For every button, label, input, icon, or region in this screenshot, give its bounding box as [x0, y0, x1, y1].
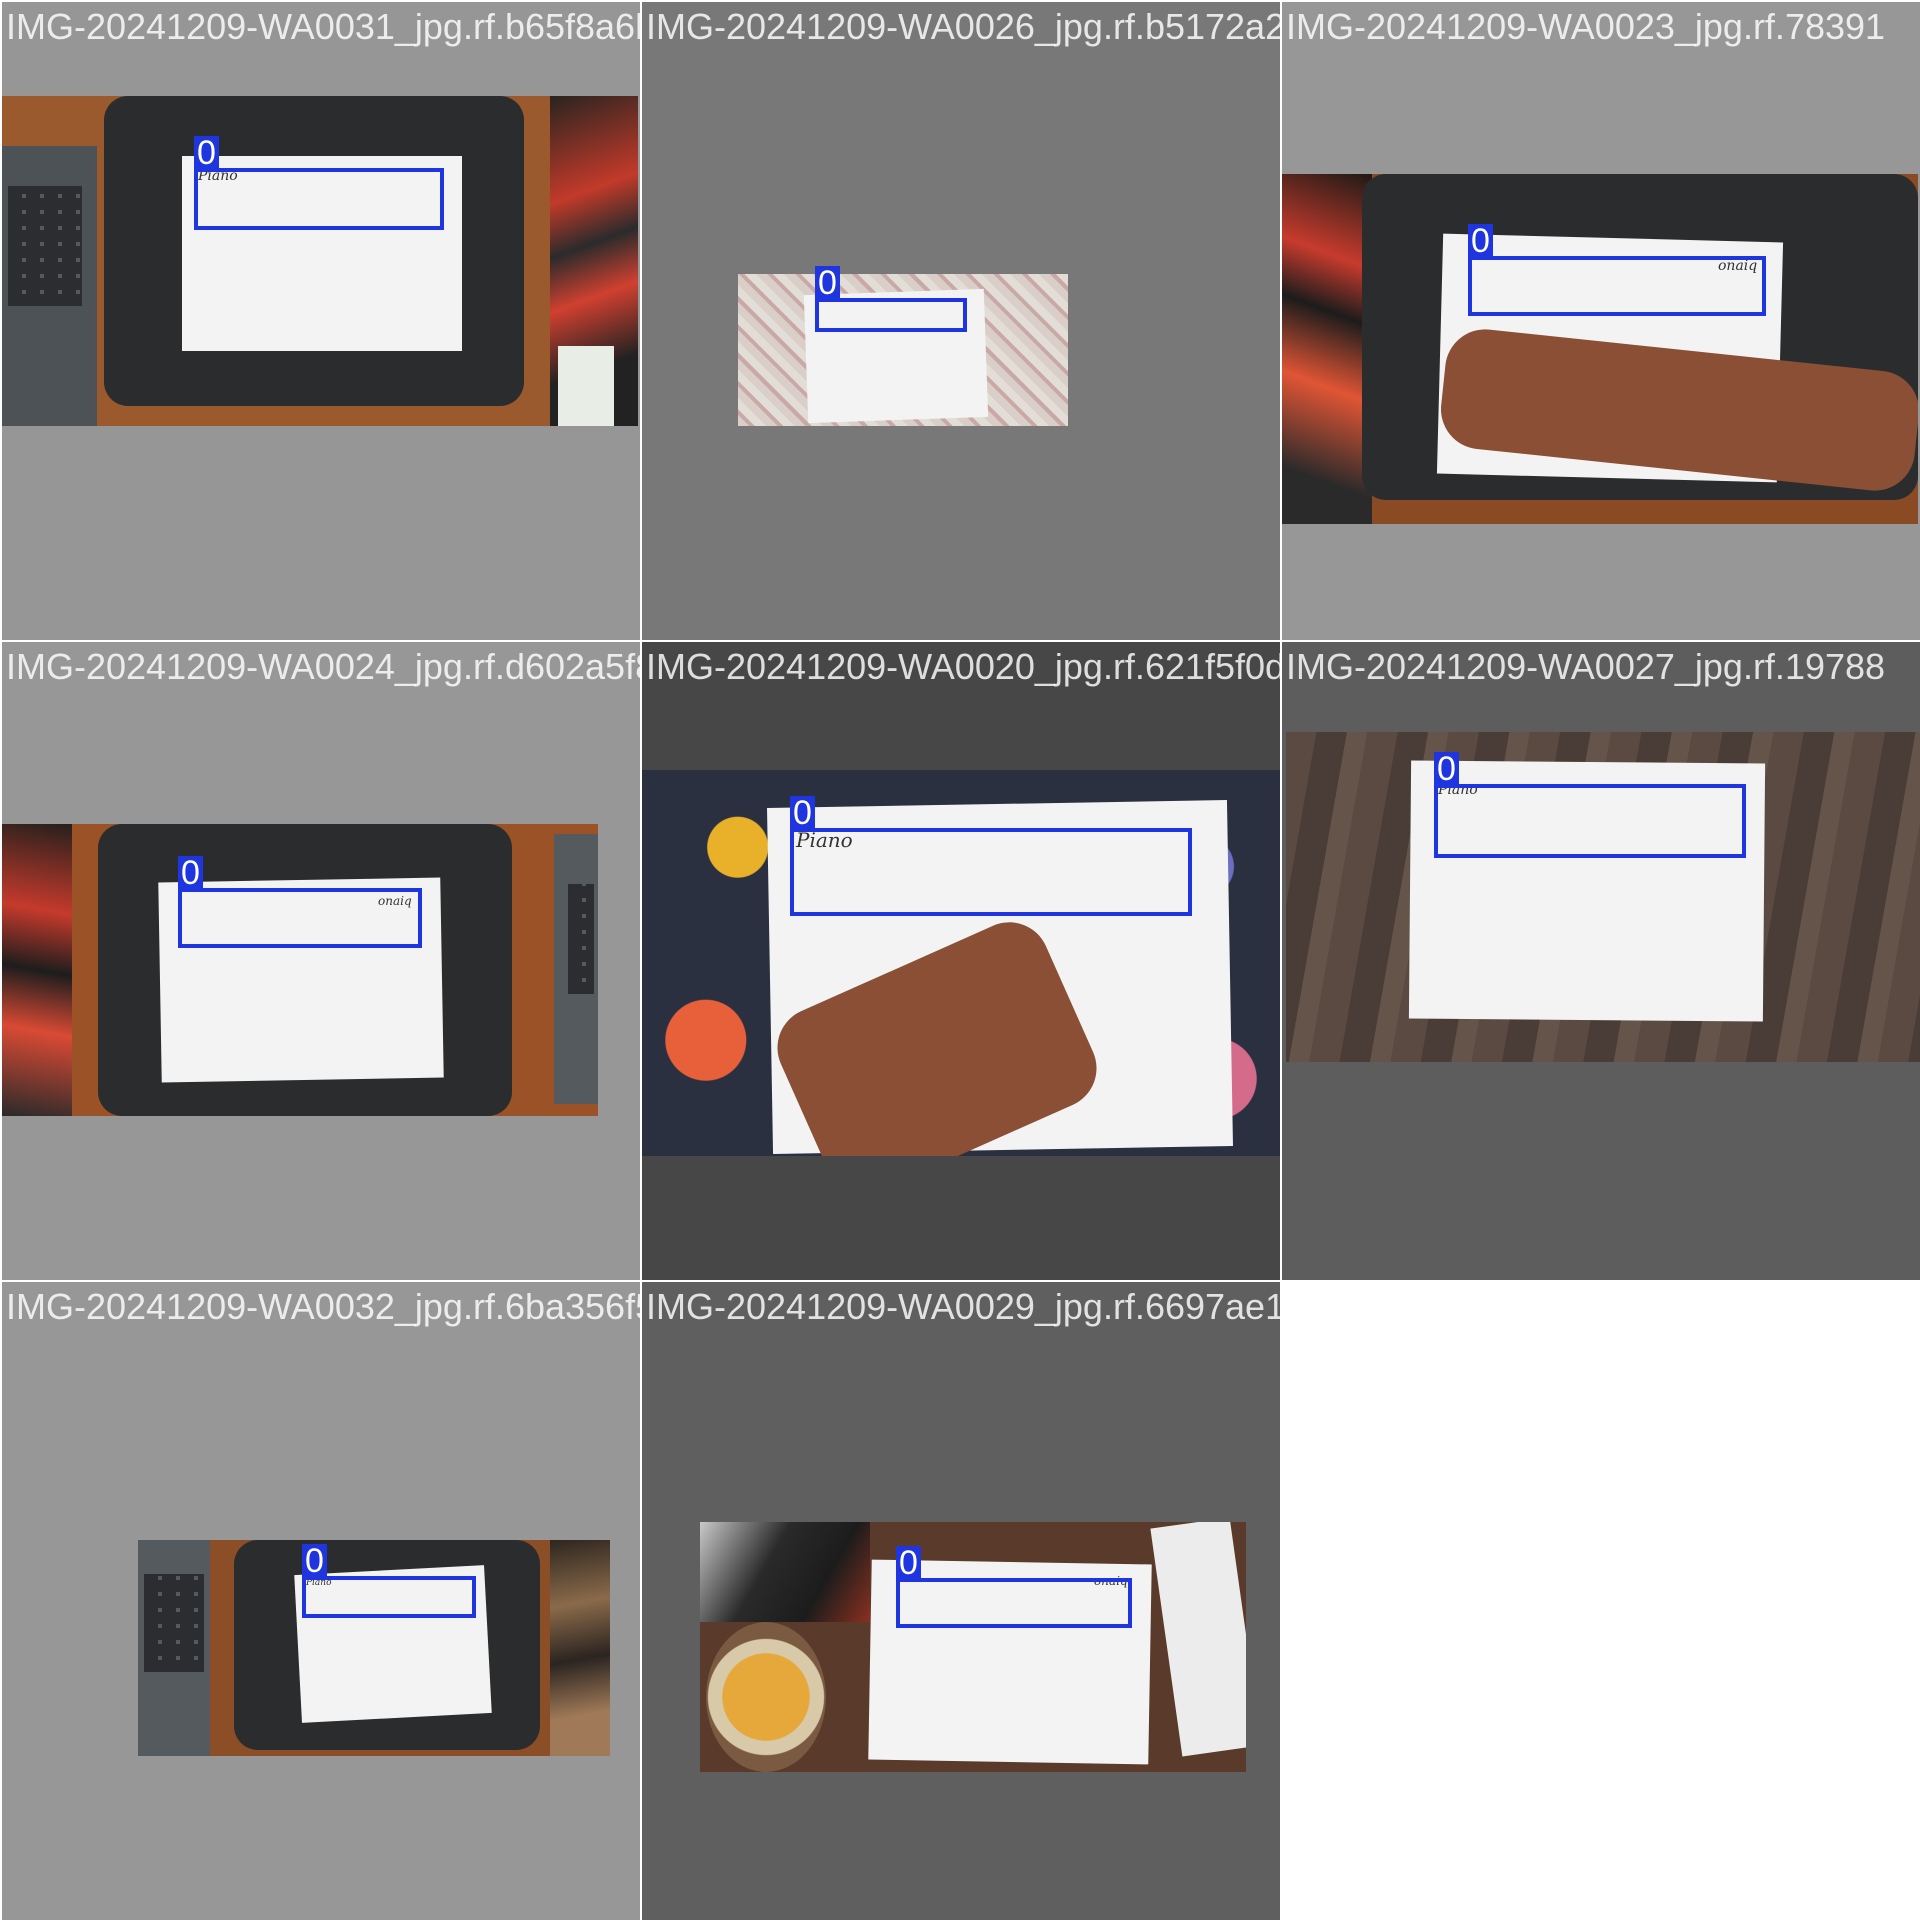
- tile-1[interactable]: IMG-20241209-WA0031_jpg.rf.b65f8a6b6b6b2…: [2, 2, 640, 640]
- bounding-box-label: 0: [302, 1544, 327, 1578]
- bounding-box[interactable]: [1434, 784, 1746, 858]
- tile-2[interactable]: IMG-20241209-WA0026_jpg.rf.b5172a2824 0: [642, 2, 1280, 640]
- fabric-pattern: [1282, 174, 1372, 524]
- tile-title: IMG-20241209-WA0031_jpg.rf.b65f8a6b6b6b2…: [6, 6, 640, 47]
- tile-title: IMG-20241209-WA0024_jpg.rf.d602a5f8693: [6, 646, 640, 687]
- bounding-box[interactable]: [194, 168, 444, 230]
- power-strip: [558, 346, 614, 426]
- bounding-box-label: 0: [194, 136, 219, 170]
- bounding-box-label: 0: [178, 856, 203, 890]
- tile-title: IMG-20241209-WA0023_jpg.rf.78391: [1286, 6, 1886, 47]
- tile-title: IMG-20241209-WA0029_jpg.rf.6697ae1ceb283: [646, 1286, 1280, 1327]
- photo: Piano: [138, 1540, 610, 1756]
- bounding-box[interactable]: [790, 828, 1192, 916]
- photo: Piano: [2, 96, 638, 426]
- document-page: [1150, 1522, 1246, 1757]
- tile-title: IMG-20241209-WA0020_jpg.rf.621f5f0dc7d7: [646, 646, 1280, 687]
- tile-title: IMG-20241209-WA0032_jpg.rf.6ba356f51-884…: [6, 1286, 640, 1327]
- tile-8[interactable]: IMG-20241209-WA0029_jpg.rf.6697ae1ceb283…: [642, 1282, 1280, 1920]
- bounding-box-label: 0: [1434, 752, 1459, 786]
- tile-title: IMG-20241209-WA0026_jpg.rf.b5172a2824: [646, 6, 1280, 47]
- keyboard-keys: [144, 1574, 204, 1672]
- photo: [738, 274, 1068, 426]
- bowl: [706, 1622, 826, 1772]
- fabric-pattern: [2, 824, 72, 1116]
- keyboard-keys: [568, 884, 594, 994]
- tile-title: IMG-20241209-WA0027_jpg.rf.19788: [1286, 646, 1886, 687]
- tile-5[interactable]: IMG-20241209-WA0020_jpg.rf.621f5f0dc7d7 …: [642, 642, 1280, 1280]
- bounding-box[interactable]: [1468, 256, 1766, 316]
- photo: Piano: [1286, 732, 1920, 1062]
- bounding-box-label: 0: [896, 1546, 921, 1580]
- bounding-box-label: 0: [1468, 224, 1493, 258]
- photo: onaiq: [1282, 174, 1918, 524]
- bounding-box[interactable]: [178, 888, 422, 948]
- photo: onaiq: [700, 1522, 1246, 1772]
- bounding-box-label: 0: [790, 796, 815, 830]
- tile-7[interactable]: IMG-20241209-WA0032_jpg.rf.6ba356f51-884…: [2, 1282, 640, 1920]
- bounding-box[interactable]: [815, 298, 967, 332]
- bounding-box[interactable]: [896, 1578, 1132, 1628]
- tile-3[interactable]: IMG-20241209-WA0023_jpg.rf.78391 onaiq 0: [1282, 2, 1920, 640]
- tile-4[interactable]: IMG-20241209-WA0024_jpg.rf.d602a5f8693 o…: [2, 642, 640, 1280]
- photo: onaiq: [2, 824, 598, 1116]
- fabric-pattern: [550, 1540, 610, 1756]
- keyboard-keys: [8, 186, 82, 306]
- tile-empty: [1282, 1282, 1920, 1920]
- tile-6[interactable]: IMG-20241209-WA0027_jpg.rf.19788 Piano 0: [1282, 642, 1920, 1280]
- mosaic-grid: IMG-20241209-WA0031_jpg.rf.b65f8a6b6b6b2…: [0, 0, 1920, 1920]
- clutter: [700, 1522, 870, 1622]
- bounding-box-label: 0: [815, 266, 840, 300]
- bounding-box[interactable]: [302, 1576, 476, 1618]
